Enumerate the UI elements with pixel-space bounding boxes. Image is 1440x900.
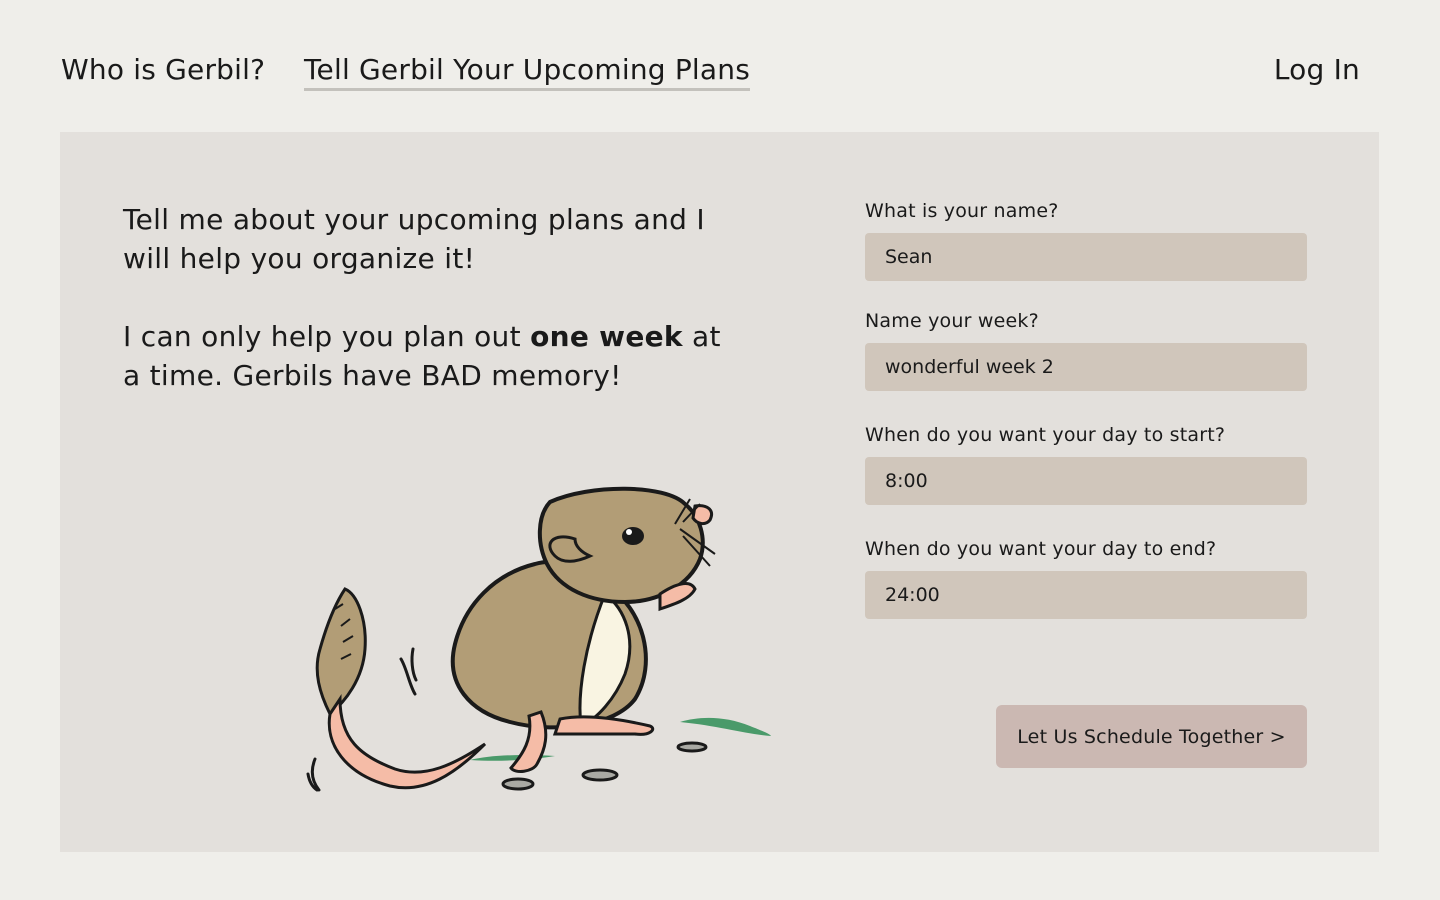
intro-p2-bold: one week	[530, 320, 683, 353]
seed	[501, 777, 535, 791]
intro-paragraph-2: I can only help you plan out one week at…	[123, 317, 733, 395]
intro-p2-before: I can only help you plan out	[123, 320, 531, 353]
grass-blade	[680, 717, 771, 736]
end-label: When do you want your day to end?	[865, 538, 1217, 560]
start-field: When do you want your day to start?	[865, 423, 1307, 505]
gerbil-illustration	[306, 486, 771, 792]
end-field: When do you want your day to end?	[865, 537, 1307, 619]
name-input[interactable]	[865, 233, 1307, 281]
plans-panel: Tell me about your upcoming plans and I …	[60, 132, 1379, 852]
seed	[581, 768, 619, 782]
day-end-input[interactable]	[865, 571, 1307, 619]
intro-text: Tell me about your upcoming plans and I …	[123, 200, 733, 395]
day-start-input[interactable]	[865, 457, 1307, 505]
name-label: What is your name?	[865, 200, 1059, 222]
week-name-input[interactable]	[865, 343, 1307, 391]
nav-tell-gerbil-plans[interactable]: Tell Gerbil Your Upcoming Plans	[304, 52, 750, 91]
seed	[676, 741, 708, 753]
week-label: Name your week?	[865, 310, 1039, 332]
nav-who-is-gerbil[interactable]: Who is Gerbil?	[61, 52, 265, 88]
week-field: Name your week?	[865, 309, 1307, 391]
name-field: What is your name?	[865, 199, 1307, 281]
schedule-together-button[interactable]: Let Us Schedule Together >	[996, 705, 1307, 768]
intro-paragraph-1: Tell me about your upcoming plans and I …	[123, 203, 705, 275]
nav-log-in[interactable]: Log In	[1274, 52, 1360, 88]
start-label: When do you want your day to start?	[865, 424, 1226, 446]
